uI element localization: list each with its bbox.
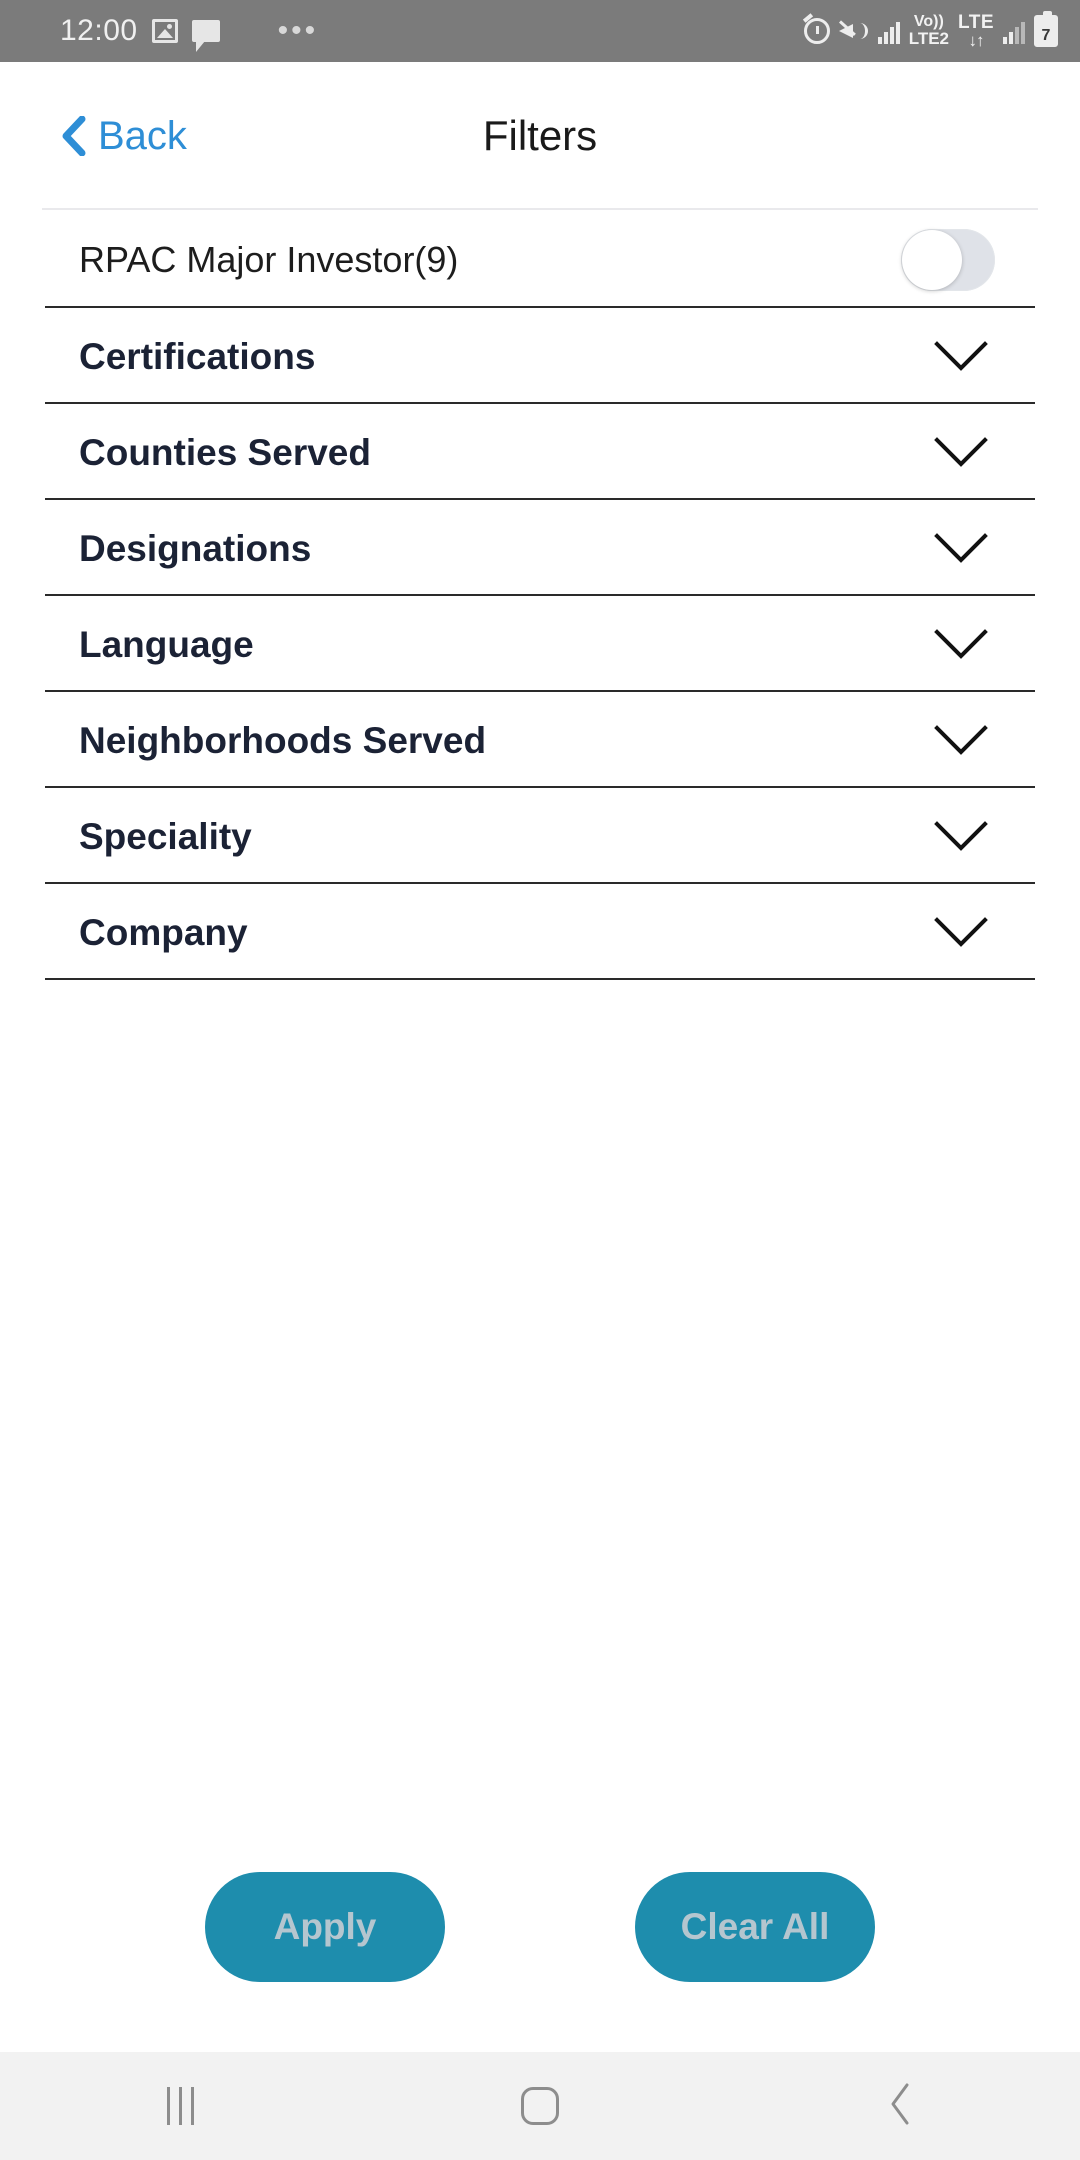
- action-bar: Apply Clear All: [0, 1872, 1080, 1982]
- alarm-icon: [803, 17, 830, 44]
- chevron-down-icon[interactable]: [933, 818, 989, 854]
- signal-bars-2-icon: [1003, 18, 1025, 44]
- filter-section-speciality[interactable]: Speciality: [0, 788, 1080, 884]
- filter-section-label: Certifications: [79, 335, 316, 377]
- filter-row-rpac-major-investor[interactable]: RPAC Major Investor(9): [0, 212, 1080, 308]
- filter-section-certifications[interactable]: Certifications: [0, 308, 1080, 404]
- back-icon: [884, 2081, 916, 2132]
- photo-icon: [151, 19, 178, 43]
- status-bar-right: Vo)) LTE2 LTE ↓↑ 7: [803, 10, 1058, 51]
- volte2-icon: Vo)) LTE2: [908, 13, 950, 49]
- filter-section-counties-served[interactable]: Counties Served: [0, 404, 1080, 500]
- recents-button[interactable]: [105, 2052, 255, 2160]
- filter-section-neighborhoods-served[interactable]: Neighborhoods Served: [0, 692, 1080, 788]
- lte-label: LTE: [958, 11, 994, 33]
- filter-section-designations[interactable]: Designations: [0, 500, 1080, 596]
- home-icon: [521, 2087, 559, 2125]
- recents-icon: [166, 2087, 194, 2125]
- chevron-down-icon[interactable]: [933, 530, 989, 566]
- filter-section-language[interactable]: Language: [0, 596, 1080, 692]
- home-button[interactable]: [465, 2052, 615, 2160]
- app-header: Filters Back: [0, 62, 1080, 210]
- filter-section-label: Language: [79, 623, 254, 665]
- filter-section-label: Company: [79, 911, 248, 953]
- chevron-down-icon[interactable]: [933, 626, 989, 662]
- rpac-major-investor-toggle[interactable]: [901, 229, 995, 291]
- volte-label-top: Vo)): [913, 13, 944, 31]
- battery-icon: 7: [1034, 10, 1058, 47]
- overflow-dots-icon: •••: [277, 14, 319, 47]
- toggle-knob: [902, 230, 962, 290]
- battery-level: 7: [1037, 17, 1055, 44]
- status-bar-left: 12:00 •••: [60, 14, 804, 52]
- filter-section-label: Counties Served: [79, 431, 371, 473]
- lte-data-icon: LTE ↓↑: [958, 11, 994, 51]
- filter-section-label: Designations: [79, 527, 312, 569]
- chevron-down-icon[interactable]: [933, 434, 989, 470]
- status-bar: 12:00 ••• Vo)) LTE2 LTE ↓↑ 7: [0, 0, 1080, 62]
- filter-section-label: Speciality: [79, 815, 252, 857]
- filter-row-label: RPAC Major Investor(9): [79, 239, 459, 280]
- chevron-down-icon[interactable]: [933, 914, 989, 950]
- row-divider: [45, 978, 1035, 980]
- back-nav-button[interactable]: [825, 2052, 975, 2160]
- filter-section-label: Neighborhoods Served: [79, 719, 487, 761]
- page-title: Filters: [482, 112, 598, 159]
- status-clock: 12:00: [60, 14, 138, 47]
- filter-section-company[interactable]: Company: [0, 884, 1080, 980]
- clear-all-button[interactable]: Clear All: [635, 1872, 875, 1982]
- chevron-down-icon[interactable]: [933, 338, 989, 374]
- apply-button[interactable]: Apply: [205, 1872, 445, 1982]
- data-arrows-icon: ↓↑: [968, 31, 985, 51]
- volte-label-bottom: LTE2: [908, 29, 950, 49]
- filter-list: RPAC Major Investor(9) Certifications Co…: [0, 212, 1080, 980]
- chevron-down-icon[interactable]: [933, 722, 989, 758]
- signal-bars-icon: [877, 18, 900, 44]
- chat-icon: [191, 20, 220, 52]
- android-nav-bar: [0, 2052, 1080, 2160]
- mute-vibrate-icon: [838, 18, 869, 44]
- header-divider: [42, 208, 1038, 210]
